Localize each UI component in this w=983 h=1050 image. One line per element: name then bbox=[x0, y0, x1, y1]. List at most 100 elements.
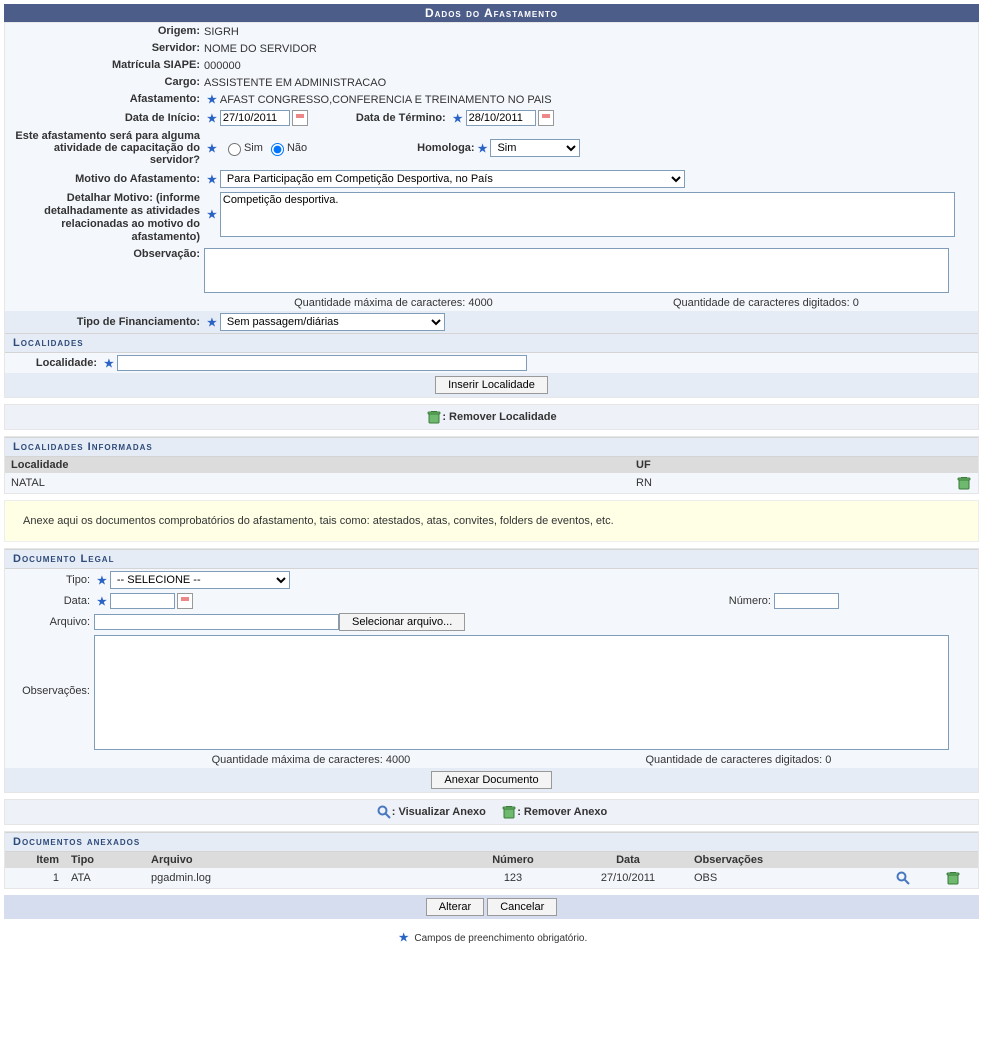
anexos-table: Item Tipo Arquivo Número Data Observaçõe… bbox=[5, 852, 978, 888]
motivo-label: Motivo do Afastamento: bbox=[9, 173, 204, 186]
matricula-value: 000000 bbox=[204, 60, 241, 72]
legend-remover-localidade: : Remover Localidade bbox=[4, 404, 979, 430]
servidor-label: Servidor: bbox=[9, 42, 204, 55]
doc-obs-label: Observações: bbox=[9, 635, 94, 697]
observacao-label: Observação: bbox=[9, 248, 204, 261]
cancelar-button[interactable]: Cancelar bbox=[487, 898, 557, 916]
origem-value: SIGRH bbox=[204, 26, 239, 38]
delete-localidade-button[interactable] bbox=[956, 475, 972, 491]
capacitacao-nao-radio[interactable] bbox=[271, 143, 284, 156]
cell-tipo: ATA bbox=[65, 868, 145, 888]
detalhe-textarea[interactable]: Competição desportiva. bbox=[220, 192, 955, 237]
final-button-row: Alterar Cancelar bbox=[4, 895, 979, 919]
capacitacao-label: Este afastamento será para alguma ativid… bbox=[9, 130, 204, 166]
notice-box: Anexe aqui os documentos comprobatórios … bbox=[4, 500, 979, 542]
matricula-label: Matrícula SIAPE: bbox=[9, 59, 204, 72]
dados-afastamento-section: Origem:SIGRH Servidor:NOME DO SERVIDOR M… bbox=[4, 22, 979, 398]
legend-anexos: : Visualizar Anexo : Remover Anexo bbox=[4, 799, 979, 825]
required-star: ★ bbox=[207, 93, 217, 106]
col-obs: Observações bbox=[688, 852, 878, 868]
data-inicio-label: Data de Início: bbox=[9, 112, 204, 125]
arquivo-path-input[interactable] bbox=[94, 614, 339, 630]
localidade-label: Localidade: bbox=[9, 357, 101, 370]
doc-data-input[interactable] bbox=[110, 593, 175, 609]
doc-obs-textarea[interactable] bbox=[94, 635, 949, 750]
cell-item: 1 bbox=[5, 868, 65, 888]
selecionar-arquivo-button[interactable]: Selecionar arquivo... bbox=[339, 613, 465, 631]
sim-label: Sim bbox=[244, 142, 263, 154]
col-numero: Número bbox=[458, 852, 568, 868]
origem-label: Origem: bbox=[9, 25, 204, 38]
servidor-value: NOME DO SERVIDOR bbox=[204, 43, 317, 55]
documento-legal-heading: Documento Legal bbox=[5, 549, 978, 569]
localidades-informadas-section: Localidades Informadas LocalidadeUF NATA… bbox=[4, 436, 979, 494]
data-termino-input[interactable] bbox=[466, 110, 536, 126]
homologa-select[interactable]: Sim bbox=[490, 139, 580, 157]
table-row: 1 ATA pgadmin.log 123 27/10/2011 OBS bbox=[5, 868, 978, 888]
magnifier-icon bbox=[376, 804, 392, 820]
cell-localidade: NATAL bbox=[5, 473, 630, 493]
required-star: ★ bbox=[207, 173, 217, 186]
anexar-documento-button[interactable]: Anexar Documento bbox=[431, 771, 551, 789]
cell-numero: 123 bbox=[458, 868, 568, 888]
localidade-input[interactable] bbox=[117, 355, 527, 371]
cell-obs: OBS bbox=[688, 868, 878, 888]
col-uf: UF bbox=[630, 457, 948, 473]
localidades-table: LocalidadeUF NATAL RN bbox=[5, 457, 978, 493]
observacao-textarea[interactable] bbox=[204, 248, 949, 293]
cell-data: 27/10/2011 bbox=[568, 868, 688, 888]
data-inicio-input[interactable] bbox=[220, 110, 290, 126]
typedchars-text: Quantidade de caracteres digitados: 0 bbox=[673, 297, 859, 309]
documentos-anexados-section: Documentos anexados Item Tipo Arquivo Nú… bbox=[4, 831, 979, 889]
required-star: ★ bbox=[97, 595, 107, 608]
numero-input[interactable] bbox=[774, 593, 839, 609]
col-localidade: Localidade bbox=[5, 457, 630, 473]
alterar-button[interactable]: Alterar bbox=[426, 898, 484, 916]
required-star: ★ bbox=[207, 208, 217, 221]
required-star: ★ bbox=[207, 316, 217, 329]
motivo-select[interactable]: Para Participação em Competição Desporti… bbox=[220, 170, 685, 188]
delete-anexo-button[interactable] bbox=[945, 870, 961, 886]
required-star: ★ bbox=[207, 142, 217, 155]
calendar-icon[interactable] bbox=[538, 110, 554, 126]
footnote: ★ Campos de preenchimento obrigatório. bbox=[4, 927, 979, 948]
col-arquivo: Arquivo bbox=[145, 852, 458, 868]
financiamento-select[interactable]: Sem passagem/diárias bbox=[220, 313, 445, 331]
calendar-icon[interactable] bbox=[177, 593, 193, 609]
trash-icon bbox=[426, 409, 442, 425]
trash-icon bbox=[501, 804, 517, 820]
required-star: ★ bbox=[207, 112, 217, 125]
col-data: Data bbox=[568, 852, 688, 868]
required-star: ★ bbox=[478, 142, 488, 155]
afastamento-value: AFAST CONGRESSO,CONFERENCIA E TREINAMENT… bbox=[220, 94, 552, 106]
cell-arquivo: pgadmin.log bbox=[145, 868, 458, 888]
col-tipo: Tipo bbox=[65, 852, 145, 868]
main-title: Dados do Afastamento bbox=[4, 4, 979, 22]
cargo-label: Cargo: bbox=[9, 76, 204, 89]
tipo-label: Tipo: bbox=[9, 574, 94, 586]
data-termino-label: Data de Término: bbox=[356, 112, 446, 124]
required-star: ★ bbox=[97, 574, 107, 587]
doc-typedchars-text: Quantidade de caracteres digitados: 0 bbox=[645, 754, 831, 766]
tipo-select[interactable]: -- SELECIONE -- bbox=[110, 571, 290, 589]
calendar-icon[interactable] bbox=[292, 110, 308, 126]
detalhe-label: Detalhar Motivo: (informe detalhadamente… bbox=[9, 192, 204, 244]
documentos-anexados-heading: Documentos anexados bbox=[5, 832, 978, 852]
financiamento-label: Tipo de Financiamento: bbox=[9, 316, 204, 329]
documento-legal-section: Documento Legal Tipo: ★ -- SELECIONE -- … bbox=[4, 548, 979, 793]
col-item: Item bbox=[5, 852, 65, 868]
afastamento-label: Afastamento: bbox=[9, 93, 204, 106]
table-row: NATAL RN bbox=[5, 473, 978, 493]
inserir-localidade-button[interactable]: Inserir Localidade bbox=[435, 376, 548, 394]
required-star: ★ bbox=[453, 112, 463, 125]
arquivo-label: Arquivo: bbox=[9, 616, 94, 628]
localidades-informadas-heading: Localidades Informadas bbox=[5, 437, 978, 457]
nao-label: Não bbox=[287, 142, 307, 154]
cargo-value: ASSISTENTE EM ADMINISTRACAO bbox=[204, 77, 386, 89]
capacitacao-sim-radio[interactable] bbox=[228, 143, 241, 156]
required-star: ★ bbox=[104, 357, 114, 370]
homologa-label: Homologa: bbox=[417, 142, 474, 154]
numero-label: Número: bbox=[729, 595, 771, 607]
view-anexo-button[interactable] bbox=[895, 870, 911, 886]
cell-uf: RN bbox=[630, 473, 948, 493]
